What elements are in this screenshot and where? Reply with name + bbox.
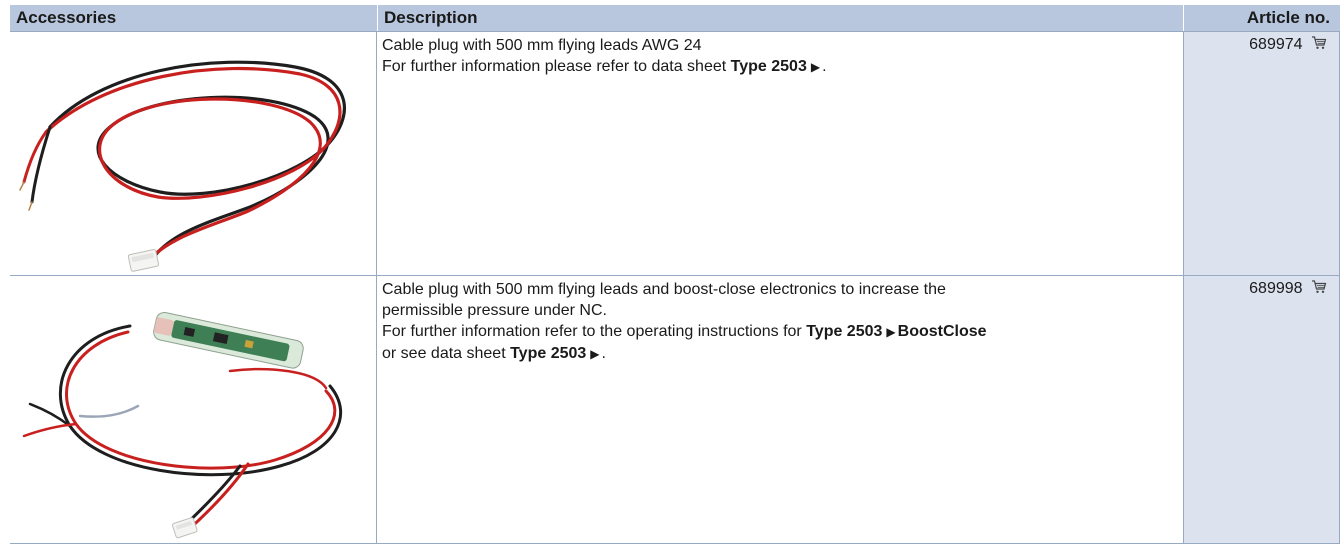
shopping-cart-icon[interactable] xyxy=(1311,36,1327,50)
description-2-line-3: For further information refer to the ope… xyxy=(382,321,1178,343)
header-accessories: Accessories xyxy=(10,5,377,31)
description-2-line-4: or see data sheet Type 2503 ▶. xyxy=(382,343,1178,365)
description-1-line-2-text: For further information please refer to … xyxy=(382,58,727,75)
accessory-image-2 xyxy=(10,275,377,544)
boostclose-link[interactable]: BoostClose xyxy=(898,323,987,340)
article-number-2: 689998 xyxy=(1249,280,1303,297)
description-2-line-4-end: . xyxy=(601,345,606,362)
description-2-line-4-text: or see data sheet xyxy=(382,345,506,362)
description-2: Cable plug with 500 mm flying leads and … xyxy=(377,275,1183,544)
article-no-1: 689974 xyxy=(1183,31,1340,275)
link-arrow-icon: ▶ xyxy=(886,325,896,339)
description-2-line-3-text: For further information refer to the ope… xyxy=(382,323,802,340)
header-article-no: Article no. xyxy=(1183,5,1340,31)
shopping-cart-icon[interactable] xyxy=(1311,280,1327,294)
description-1-line-2: For further information please refer to … xyxy=(382,56,1178,78)
type-2503-datasheet-link-2[interactable]: Type 2503 xyxy=(510,345,586,362)
article-number-1: 689974 xyxy=(1249,36,1303,53)
description-1: Cable plug with 500 mm flying leads AWG … xyxy=(377,31,1183,275)
accessories-table: Accessories Description Article no. Cabl… xyxy=(10,5,1340,544)
link-arrow-icon: ▶ xyxy=(590,347,600,361)
description-2-line-1: Cable plug with 500 mm flying leads and … xyxy=(382,281,946,298)
description-1-line-1: Cable plug with 500 mm flying leads AWG … xyxy=(382,37,702,54)
article-no-2: 689998 xyxy=(1183,275,1340,544)
cable-plug-flying-leads-image xyxy=(19,60,346,272)
link-arrow-icon: ▶ xyxy=(810,60,821,74)
type-2503-datasheet-link[interactable]: Type 2503 xyxy=(731,58,807,75)
description-1-line-2-end: . xyxy=(822,58,827,75)
accessory-image-1 xyxy=(10,31,377,275)
header-description: Description xyxy=(377,5,1183,31)
cable-plug-boost-close-electronics-image xyxy=(22,311,342,539)
description-2-line-2: permissible pressure under NC. xyxy=(382,302,607,319)
type-2503-instructions-link[interactable]: Type 2503 xyxy=(806,323,882,340)
